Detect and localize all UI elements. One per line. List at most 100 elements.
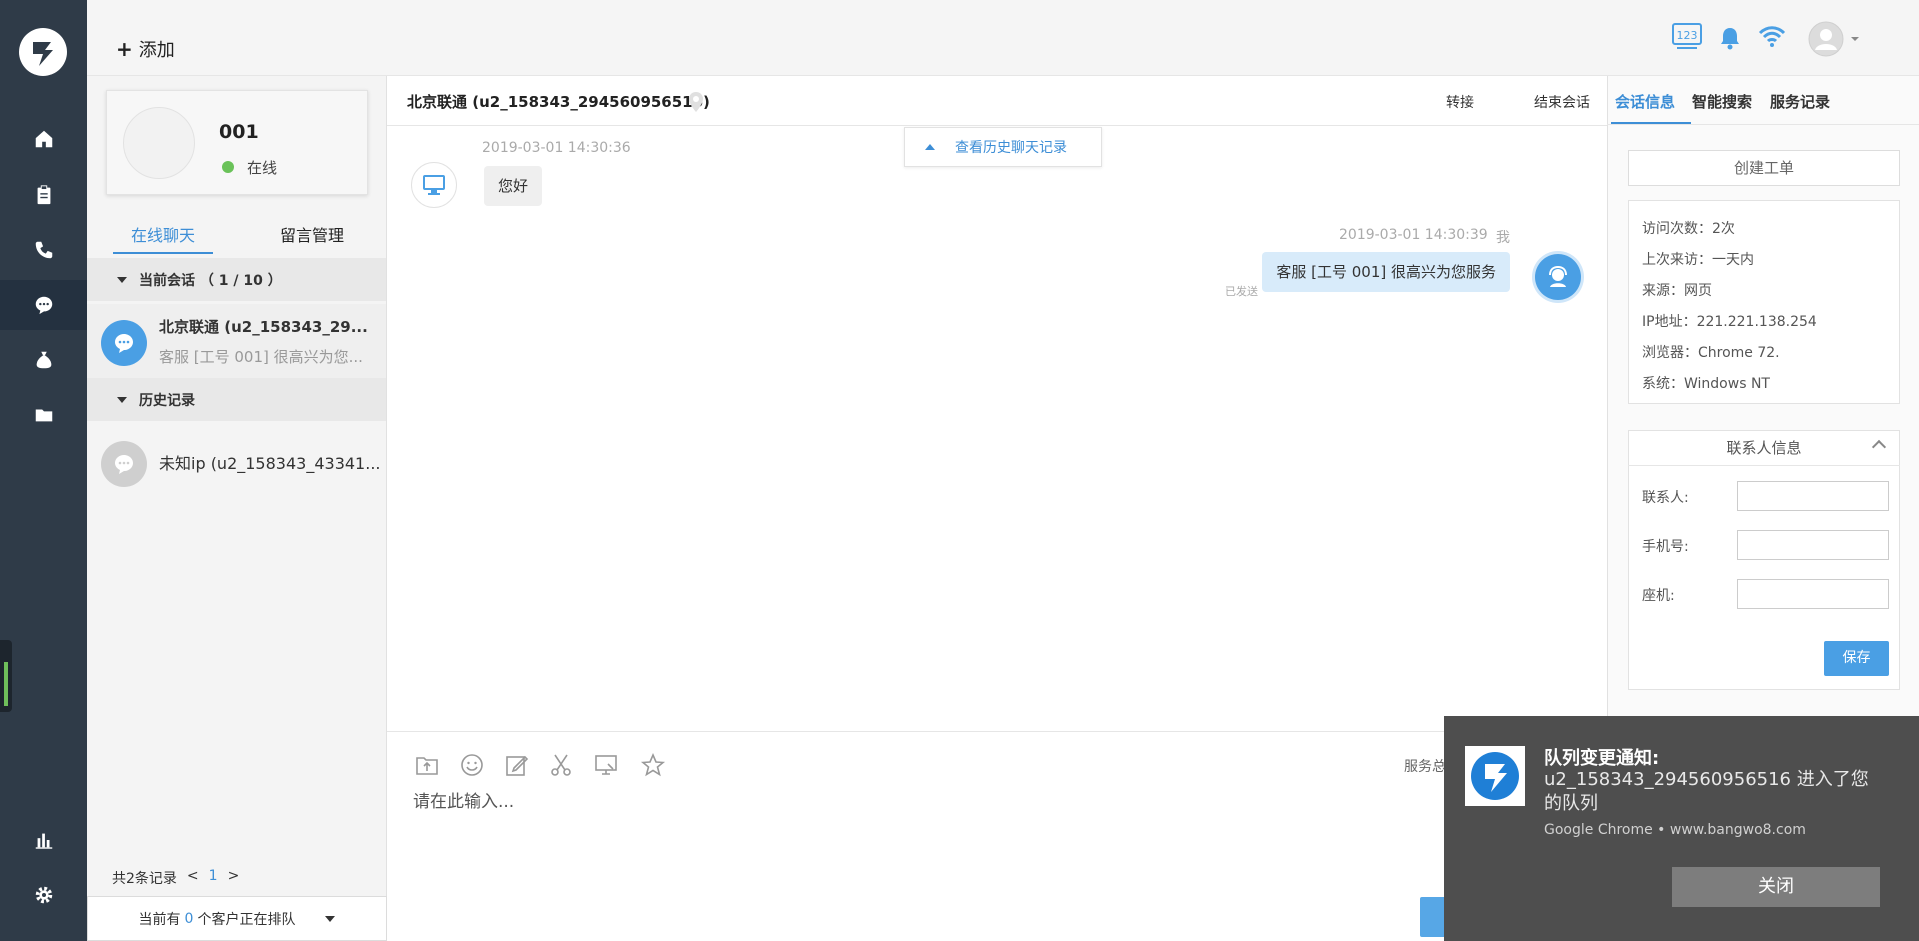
chat-title: 北京联通 (u2_158343_294560956516) [407, 93, 710, 111]
nav-customers[interactable] [0, 335, 87, 385]
left-nav [0, 0, 87, 941]
caret-up-icon [925, 144, 935, 150]
nav-files[interactable] [0, 390, 87, 440]
session-title: 北京联通 (u2_158343_29... [159, 318, 368, 336]
tab-divider [1607, 124, 1919, 125]
session-item[interactable]: 北京联通 (u2_158343_29... 客服 [工号 001] 很高兴为您.… [87, 304, 386, 379]
tab-session-info[interactable]: 会话信息 [1615, 91, 1675, 112]
nav-reports[interactable] [0, 815, 87, 865]
notification-source: Google Chrome • www.bangwo8.com [1544, 822, 1806, 838]
view-history-label: 查看历史聊天记录 [955, 140, 1067, 156]
agent-message: 客服 [工号 001] 很高兴为您服务 [1262, 252, 1510, 292]
visitor-avatar [411, 162, 457, 208]
phone-icon [35, 241, 52, 259]
star-icon[interactable] [640, 752, 666, 778]
mobile-input[interactable] [1737, 530, 1889, 560]
user-avatar-icon [1808, 21, 1859, 57]
end-session-button[interactable]: 结束会话 [1534, 92, 1590, 112]
current-sessions-header[interactable]: 当前会话 （ 1 / 10 ） [87, 258, 386, 301]
edit-note-icon[interactable] [504, 752, 530, 778]
caret-down-icon [117, 276, 127, 283]
landline-label: 座机: [1642, 588, 1675, 604]
nav-settings[interactable] [0, 870, 87, 920]
landline-input[interactable] [1737, 579, 1889, 609]
message-sent-status: 已发送 [1225, 285, 1258, 298]
user-menu[interactable] [1807, 20, 1863, 62]
pager-prev[interactable]: < [187, 868, 199, 888]
pager-page[interactable]: 1 [209, 868, 218, 888]
visitor-avatar [101, 441, 147, 487]
upload-file-icon[interactable] [414, 752, 440, 778]
agent-id: 001 [219, 121, 259, 143]
mobile-label: 手机号: [1642, 539, 1689, 555]
pager-total: 共2条记录 [112, 871, 177, 887]
gear-icon [35, 886, 52, 904]
nav-home[interactable] [0, 114, 87, 164]
tab-service-records[interactable]: 服务记录 [1770, 91, 1830, 112]
session-preview: 客服 [工号 001] 很高兴为您... [159, 348, 363, 366]
visitor-os: 系统：Windows NT [1642, 376, 1770, 392]
history-session-item[interactable]: 未知ip (u2_158343_43341... [87, 425, 386, 500]
visitor-browser: 浏览器：Chrome 72. [1642, 345, 1780, 361]
service-summary-link[interactable]: 服务总 [1404, 756, 1446, 776]
agent-headset-icon [1549, 265, 1567, 287]
notification-body: u2_158343_294560956516 进入了您的队列 [1544, 769, 1869, 814]
tab-message-management[interactable]: 留言管理 [262, 222, 362, 254]
contact-name-input[interactable] [1737, 481, 1889, 511]
add-label: 添加 [138, 40, 175, 61]
chat-bubble-icon [115, 334, 133, 353]
network-status [1758, 24, 1786, 52]
message-input[interactable]: 请在此输入... [413, 787, 514, 812]
visit-count: 访问次数：2次 [1642, 221, 1735, 237]
queue-prefix: 当前有 [138, 911, 181, 928]
save-button[interactable]: 保存 [1824, 641, 1889, 676]
pager-next[interactable]: > [228, 868, 240, 888]
emoji-icon[interactable] [459, 752, 485, 778]
contact-name-label: 联系人: [1642, 490, 1689, 506]
clipboard-icon [37, 185, 50, 205]
agent-avatar[interactable] [123, 107, 195, 179]
agent-status[interactable]: 在线 [247, 157, 277, 178]
svg-text:123: 123 [1677, 29, 1698, 42]
current-sessions-label: 当前会话 （ 1 / 10 ） [139, 272, 282, 289]
top-bar [87, 0, 1919, 76]
app-logo-icon [1465, 746, 1525, 806]
nav-phone[interactable] [0, 225, 87, 275]
history-session-title: 未知ip (u2_158343_43341... [159, 454, 381, 473]
bar-chart-icon [35, 833, 52, 849]
create-ticket-button[interactable]: 创建工单 [1628, 150, 1900, 186]
message-timestamp: 2019-03-01 14:30:36 [482, 140, 631, 156]
agent-avatar [1535, 254, 1581, 300]
visitor-message: 您好 [484, 166, 543, 206]
message-timestamp: 2019-03-01 14:30:39 [1339, 227, 1488, 243]
location-pin-icon[interactable] [688, 91, 704, 113]
contact-info-header[interactable]: 联系人信息 [1628, 430, 1900, 466]
scissors-icon[interactable] [548, 752, 574, 778]
message-sender-self: 我 [1496, 230, 1510, 246]
notification-bell-button[interactable] [1719, 26, 1741, 54]
nav-chat[interactable] [0, 280, 87, 330]
online-status-dot [222, 161, 234, 173]
add-button[interactable]: + 添加 [116, 36, 175, 62]
visit-source: 来源：网页 [1642, 283, 1712, 299]
history-sessions-label: 历史记录 [139, 392, 195, 409]
chat-bubble-icon [115, 455, 133, 474]
tab-online-chat[interactable]: 在线聊天 [113, 222, 213, 254]
history-sessions-header[interactable]: 历史记录 [87, 378, 386, 421]
app-logo-icon[interactable] [15, 24, 71, 80]
caret-down-icon [325, 915, 336, 922]
notification-close-button[interactable]: 关闭 [1672, 867, 1880, 907]
nav-tickets[interactable] [0, 170, 87, 220]
view-history-button[interactable]: 查看历史聊天记录 [904, 127, 1102, 167]
visitor-ip: IP地址：221.221.138.254 [1642, 314, 1817, 330]
tab-smart-search[interactable]: 智能搜索 [1692, 91, 1752, 112]
input-divider [387, 731, 1607, 732]
transfer-button[interactable]: 转接 [1446, 92, 1474, 112]
folder-icon [35, 409, 52, 422]
screen-share-icon[interactable] [593, 752, 619, 778]
volume-meter [0, 640, 12, 712]
keypad-button[interactable]: 123 [1671, 22, 1703, 56]
queue-bar[interactable]: 当前有 0 个客户正在排队 [87, 896, 387, 941]
notification-title: 队列变更通知: [1544, 748, 1660, 769]
chat-bubble-icon [35, 296, 52, 315]
